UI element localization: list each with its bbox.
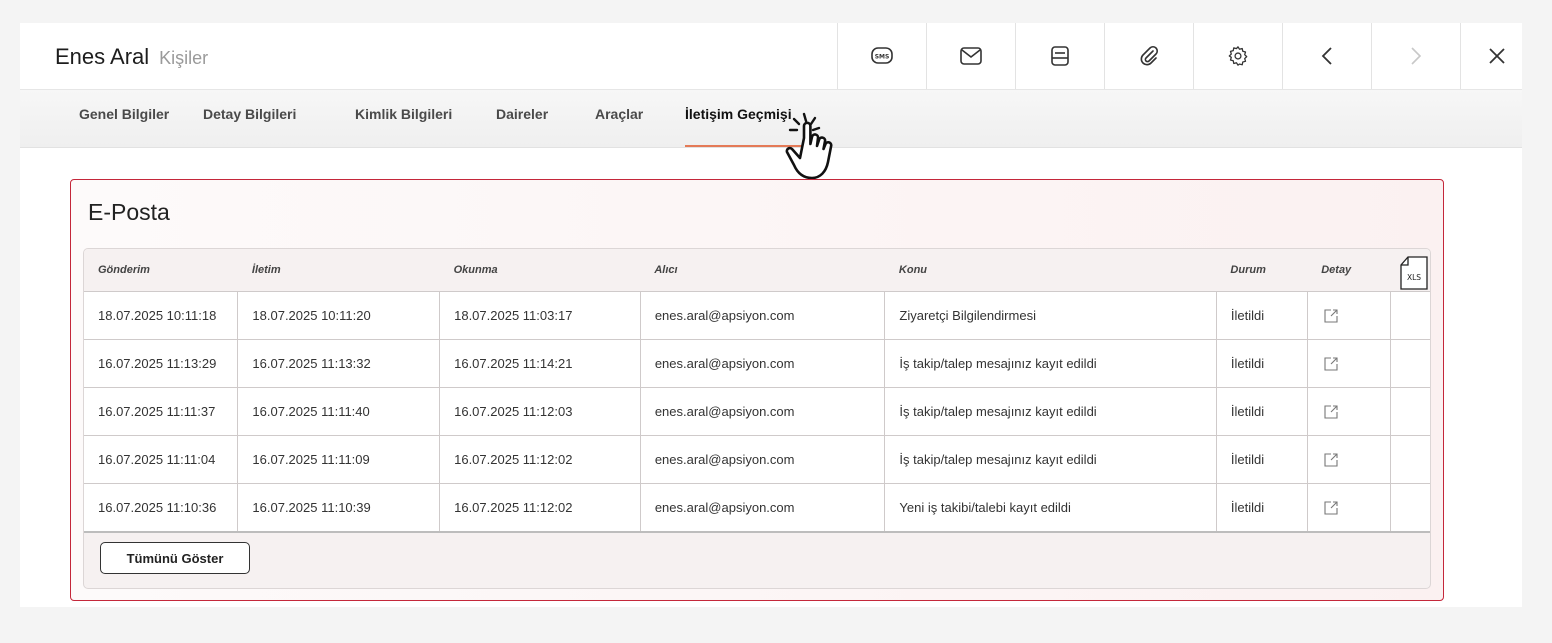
cell-empty — [1390, 387, 1430, 436]
cell-gonderim: 16.07.2025 11:13:29 — [84, 339, 239, 388]
panel-title: E-Posta — [88, 199, 170, 225]
cell-okunma: 16.07.2025 11:14:21 — [439, 339, 641, 388]
table-row: 16.07.2025 11:10:36 16.07.2025 11:10:39 16… — [84, 483, 1430, 533]
page-title: Enes Aral Kişiler — [55, 44, 208, 74]
previous-button[interactable] — [1282, 23, 1371, 89]
cell-alici: enes.aral@apsiyon.com — [640, 339, 886, 388]
tab-bar: Genel Bilgiler Detay Bilgileri Kimlik Bi… — [20, 90, 1522, 148]
contact-name: Enes Aral — [55, 44, 150, 69]
sms-icon: SMS — [871, 47, 893, 64]
column-header-alici[interactable]: Alıcı — [640, 249, 885, 292]
cell-durum: İletildi — [1216, 291, 1308, 340]
cell-konu: Yeni iş takibi/talebi kayıt edildi — [884, 483, 1217, 533]
cell-gonderim: 18.07.2025 10:11:18 — [84, 291, 239, 340]
cell-iletim: 16.07.2025 11:13:32 — [237, 339, 441, 388]
external-link-icon[interactable] — [1322, 403, 1340, 421]
cell-empty — [1390, 291, 1430, 340]
tab-detay-bilgileri[interactable]: Detay Bilgileri — [203, 106, 296, 128]
tab-iletisim-gecmisi[interactable]: İletişim Geçmişi — [685, 106, 792, 128]
contact-window: Enes Aral Kişiler SMS Genel Bilgiler Det… — [20, 23, 1522, 607]
column-header-gonderim[interactable]: Gönderim — [84, 249, 238, 292]
print-icon — [1051, 46, 1069, 66]
xls-export-icon[interactable]: XLS — [1400, 256, 1428, 290]
email-table-container: Gönderim İletim Okunma Alıcı Konu Durum … — [83, 248, 1431, 589]
settings-button[interactable] — [1193, 23, 1282, 89]
column-header-iletim[interactable]: İletim — [237, 249, 440, 292]
cell-okunma: 16.07.2025 11:12:02 — [439, 435, 641, 484]
chevron-right-icon — [1411, 47, 1422, 65]
print-button[interactable] — [1015, 23, 1104, 89]
cell-durum: İletildi — [1216, 435, 1308, 484]
cell-okunma: 16.07.2025 11:12:03 — [439, 387, 641, 436]
external-link-icon[interactable] — [1322, 451, 1340, 469]
close-button[interactable] — [1460, 23, 1533, 89]
cell-detay — [1307, 339, 1391, 388]
column-header-konu[interactable]: Konu — [884, 249, 1217, 292]
email-button[interactable] — [926, 23, 1015, 89]
sms-button[interactable]: SMS — [837, 23, 926, 89]
cell-detay — [1307, 387, 1391, 436]
table-row: 16.07.2025 11:11:04 16.07.2025 11:11:09 16… — [84, 435, 1430, 484]
cell-iletim: 16.07.2025 11:10:39 — [237, 483, 441, 533]
cell-iletim: 16.07.2025 11:11:40 — [237, 387, 441, 436]
attachment-button[interactable] — [1104, 23, 1193, 89]
column-header-detay[interactable]: Detay — [1307, 249, 1391, 292]
cell-alici: enes.aral@apsiyon.com — [640, 483, 886, 533]
cell-konu: İş takip/talep mesajınız kayıt edildi — [884, 387, 1217, 436]
tab-araclar[interactable]: Araçlar — [595, 106, 643, 128]
external-link-icon[interactable] — [1322, 499, 1340, 517]
cell-durum: İletildi — [1216, 387, 1308, 436]
mail-icon — [960, 47, 982, 65]
cell-iletim: 16.07.2025 11:11:09 — [237, 435, 441, 484]
external-link-icon[interactable] — [1322, 307, 1340, 325]
cell-alici: enes.aral@apsiyon.com — [640, 291, 886, 340]
cell-konu: İş takip/talep mesajınız kayıt edildi — [884, 339, 1217, 388]
next-button[interactable] — [1371, 23, 1460, 89]
email-table: Gönderim İletim Okunma Alıcı Konu Durum … — [84, 249, 1430, 533]
cell-durum: İletildi — [1216, 483, 1308, 533]
cell-iletim: 18.07.2025 10:11:20 — [237, 291, 441, 340]
gear-icon — [1228, 46, 1248, 66]
toolbar: SMS — [837, 23, 1533, 89]
header: Enes Aral Kişiler SMS — [20, 23, 1522, 90]
cell-empty — [1390, 435, 1430, 484]
show-all-button[interactable]: Tümünü Göster — [100, 542, 250, 574]
tab-daireler[interactable]: Daireler — [496, 106, 548, 128]
cell-okunma: 18.07.2025 11:03:17 — [439, 291, 641, 340]
cell-durum: İletildi — [1216, 339, 1308, 388]
tab-kimlik-bilgileri[interactable]: Kimlik Bilgileri — [355, 106, 452, 128]
external-link-icon[interactable] — [1322, 355, 1340, 373]
breadcrumb: Kişiler — [159, 48, 209, 68]
cell-detay — [1307, 435, 1391, 484]
cell-empty — [1390, 339, 1430, 388]
cell-gonderim: 16.07.2025 11:11:04 — [84, 435, 239, 484]
cell-alici: enes.aral@apsiyon.com — [640, 435, 886, 484]
xls-label: XLS — [1407, 273, 1421, 282]
email-history-panel: E-Posta Gönderim İletim Okunma Alıcı Kon… — [70, 179, 1444, 601]
table-row: 18.07.2025 10:11:18 18.07.2025 10:11:20 18… — [84, 291, 1430, 340]
cell-okunma: 16.07.2025 11:12:02 — [439, 483, 641, 533]
cell-detay — [1307, 291, 1391, 340]
close-icon — [1489, 48, 1505, 64]
tab-genel-bilgiler[interactable]: Genel Bilgiler — [79, 106, 169, 128]
table-row: 16.07.2025 11:13:29 16.07.2025 11:13:32 16… — [84, 339, 1430, 388]
cell-alici: enes.aral@apsiyon.com — [640, 387, 886, 436]
attachment-icon — [1140, 45, 1159, 66]
pointer-hand-icon — [785, 112, 833, 180]
cell-gonderim: 16.07.2025 11:11:37 — [84, 387, 239, 436]
table-row: 16.07.2025 11:11:37 16.07.2025 11:11:40 16… — [84, 387, 1430, 436]
cell-konu: İş takip/talep mesajınız kayıt edildi — [884, 435, 1217, 484]
column-header-okunma[interactable]: Okunma — [439, 249, 641, 292]
cell-detay — [1307, 483, 1391, 533]
column-header-durum[interactable]: Durum — [1216, 249, 1308, 292]
sms-icon-label: SMS — [875, 54, 890, 61]
cell-empty — [1390, 483, 1430, 533]
cell-gonderim: 16.07.2025 11:10:36 — [84, 483, 239, 533]
chevron-left-icon — [1321, 47, 1332, 65]
table-header-row: Gönderim İletim Okunma Alıcı Konu Durum … — [84, 249, 1430, 292]
cell-konu: Ziyaretçi Bilgilendirmesi — [884, 291, 1217, 340]
